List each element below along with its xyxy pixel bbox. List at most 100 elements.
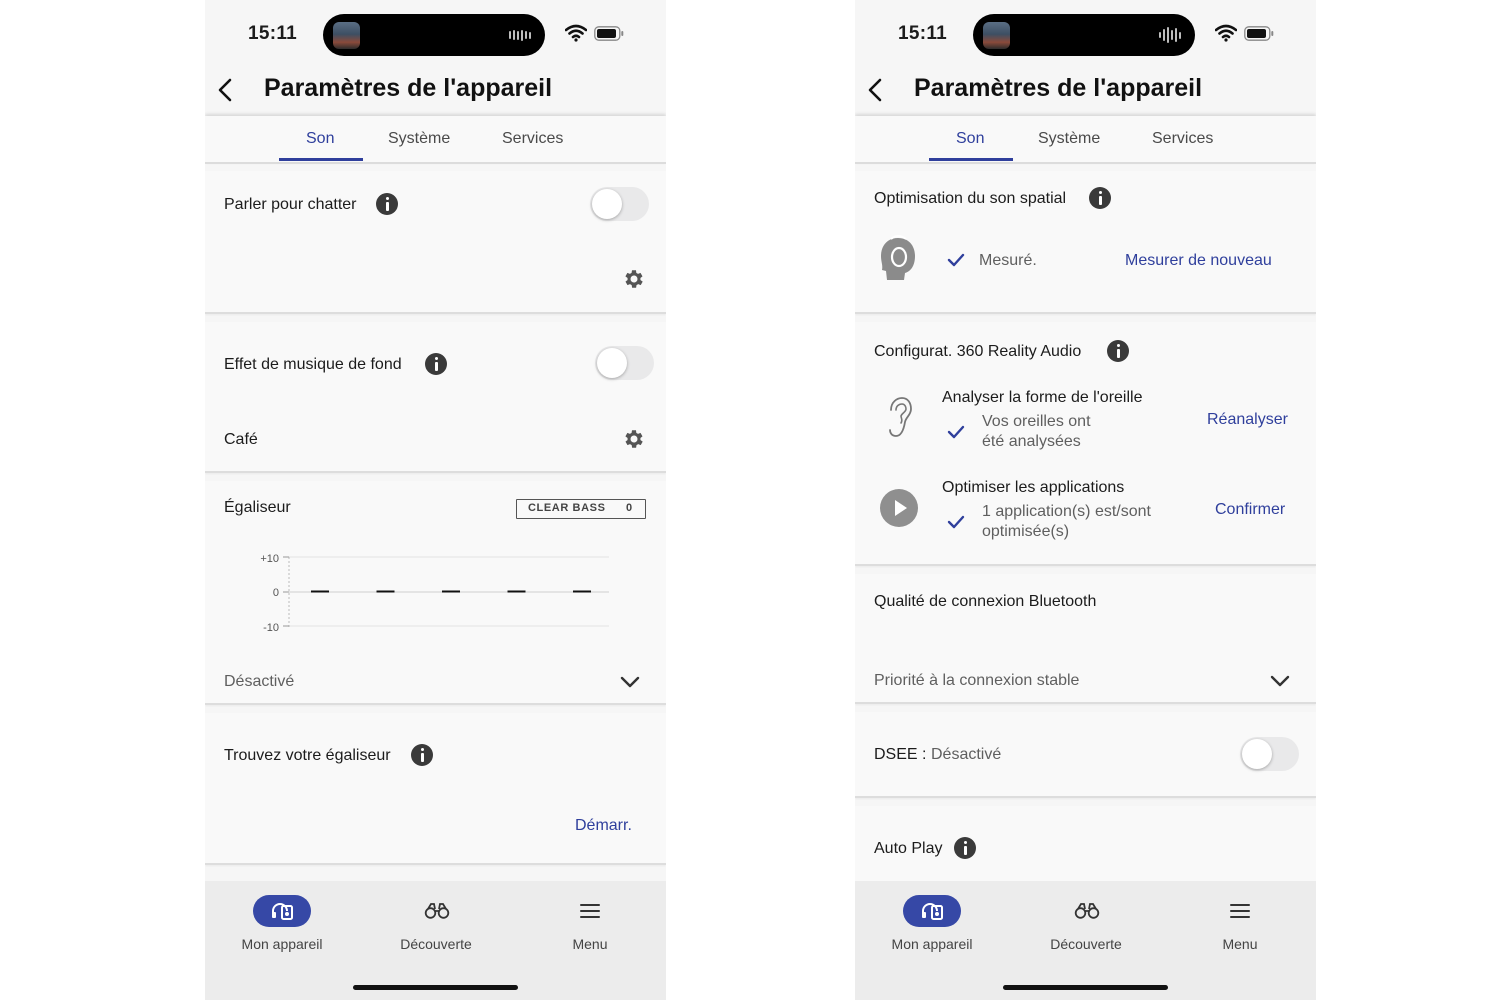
- info-icon[interactable]: [1107, 340, 1129, 362]
- background-music-toggle[interactable]: [595, 346, 654, 380]
- tab-services[interactable]: Services: [502, 130, 563, 148]
- dynamic-island: [973, 14, 1195, 56]
- bluetooth-quality-label: Qualité de connexion Bluetooth: [874, 593, 1097, 610]
- gear-icon[interactable]: [622, 427, 646, 451]
- nav-mon-appareil[interactable]: Mon appareil: [222, 895, 342, 952]
- checkmark-icon: [947, 425, 965, 439]
- nav-label: Menu: [572, 936, 608, 952]
- info-icon[interactable]: [954, 837, 976, 859]
- eq-tick-minus10: -10: [263, 622, 279, 634]
- find-equalizer-label: Trouvez votre égaliseur: [224, 747, 391, 764]
- tab-son[interactable]: Son: [956, 130, 984, 148]
- clear-bass-value: 0: [626, 502, 633, 514]
- nav-mon-appareil[interactable]: Mon appareil: [872, 895, 992, 952]
- page-header: Paramètres de l'appareil: [855, 70, 1316, 116]
- binoculars-icon: [1057, 895, 1115, 927]
- confirm-link[interactable]: Confirmer: [1215, 501, 1285, 519]
- background-music-card: Effet de musique de fond Café: [205, 322, 666, 473]
- info-icon[interactable]: [411, 744, 433, 766]
- tab-son[interactable]: Son: [306, 130, 334, 148]
- bluetooth-quality-value[interactable]: Priorité à la connexion stable: [874, 672, 1079, 690]
- clear-bass-label: CLEAR BASS: [528, 502, 606, 514]
- tab-bar: Son Système Services: [855, 116, 1316, 164]
- autoplay-card: Auto Play: [855, 806, 1316, 886]
- eq-tick-0: 0: [273, 587, 279, 599]
- nav-label: Mon appareil: [241, 936, 323, 952]
- chevron-down-icon[interactable]: [1270, 675, 1290, 687]
- status-time: 15:11: [898, 23, 948, 44]
- play-icon: [880, 489, 918, 527]
- speak-to-chat-card: Parler pour chatter: [205, 171, 666, 314]
- status-bar: 15:11: [205, 0, 666, 70]
- bluetooth-quality-card: Qualité de connexion Bluetooth Priorité …: [855, 574, 1316, 704]
- nav-label: Mon appareil: [891, 936, 973, 952]
- dsee-value: Désactivé: [931, 746, 1002, 763]
- dynamic-island: [323, 14, 545, 56]
- info-icon[interactable]: [376, 193, 398, 215]
- measure-again-link[interactable]: Mesurer de nouveau: [1125, 252, 1272, 270]
- checkmark-icon: [947, 253, 965, 267]
- equalizer-card: Égaliseur CLEAR BASS 0 +10 0 -10 Désacti…: [205, 481, 666, 705]
- phone-screen-right: 15:11 Paramètres de l'appareil Son Systè…: [855, 0, 1316, 1000]
- wifi-icon: [565, 24, 587, 42]
- bottom-navigation: Mon appareil Découverte Menu: [205, 881, 666, 1000]
- head-measure-icon: [881, 235, 915, 280]
- clear-bass-badge: CLEAR BASS 0: [516, 499, 646, 519]
- info-icon[interactable]: [1089, 187, 1111, 209]
- nav-menu[interactable]: Menu: [1180, 895, 1300, 952]
- back-arrow-icon[interactable]: [215, 76, 237, 104]
- tab-systeme[interactable]: Système: [1038, 130, 1100, 148]
- apps-status-line2: optimisée(s): [982, 523, 1070, 540]
- battery-icon: [594, 26, 624, 41]
- spatial-status: Mesuré.: [979, 252, 1037, 269]
- page-header: Paramètres de l'appareil: [205, 70, 666, 116]
- status-bar: 15:11: [855, 0, 1316, 70]
- wifi-icon: [1215, 24, 1237, 42]
- now-playing-artwork: [983, 22, 1010, 49]
- info-icon[interactable]: [425, 353, 447, 375]
- reality-audio-card: Configurat. 360 Reality Audio Analyser l…: [855, 322, 1316, 566]
- page-title: Paramètres de l'appareil: [264, 74, 553, 102]
- home-indicator[interactable]: [353, 985, 518, 990]
- start-link[interactable]: Démarr.: [575, 817, 632, 835]
- chevron-down-icon[interactable]: [620, 676, 640, 688]
- phone-screen-left: 15:11 Paramètres de l'appareil Son Systè…: [205, 0, 666, 1000]
- page-title: Paramètres de l'appareil: [914, 74, 1203, 102]
- dsee-toggle[interactable]: [1240, 737, 1299, 771]
- bottom-navigation: Mon appareil Découverte Menu: [855, 881, 1316, 1000]
- reality-audio-label: Configurat. 360 Reality Audio: [874, 343, 1082, 360]
- active-tab-indicator: [929, 158, 1013, 161]
- background-music-label: Effet de musique de fond: [224, 356, 402, 373]
- audio-waveform-icon: [509, 27, 535, 43]
- battery-icon: [1244, 26, 1274, 41]
- apps-optimize-title: Optimiser les applications: [942, 479, 1125, 496]
- status-time: 15:11: [248, 23, 298, 44]
- speak-to-chat-toggle[interactable]: [590, 187, 649, 221]
- ear-status-line1: Vos oreilles ont: [982, 413, 1091, 430]
- nav-decouverte[interactable]: Découverte: [376, 895, 496, 952]
- equalizer-graph[interactable]: +10 0 -10: [245, 547, 615, 637]
- tab-systeme[interactable]: Système: [388, 130, 450, 148]
- active-tab-indicator: [279, 158, 363, 161]
- headphones-device-icon: [903, 895, 961, 927]
- equalizer-preset[interactable]: Désactivé: [224, 673, 294, 691]
- nav-decouverte[interactable]: Découverte: [1026, 895, 1146, 952]
- background-music-mode: Café: [224, 431, 258, 448]
- nav-label: Menu: [1222, 936, 1258, 952]
- nav-label: Découverte: [400, 936, 472, 952]
- reanalyze-link[interactable]: Réanalyser: [1207, 411, 1288, 429]
- equalizer-label: Égaliseur: [224, 499, 291, 516]
- tab-services[interactable]: Services: [1152, 130, 1213, 148]
- now-playing-artwork: [333, 22, 360, 49]
- audio-waveform-icon: [1159, 27, 1185, 43]
- autoplay-label: Auto Play: [874, 840, 943, 857]
- gear-icon[interactable]: [622, 267, 646, 291]
- nav-label: Découverte: [1050, 936, 1122, 952]
- dsee-card: DSEE : Désactivé: [855, 712, 1316, 798]
- home-indicator[interactable]: [1003, 985, 1168, 990]
- spatial-sound-label: Optimisation du son spatial: [874, 190, 1067, 207]
- back-arrow-icon[interactable]: [865, 76, 887, 104]
- nav-menu[interactable]: Menu: [530, 895, 650, 952]
- eq-tick-plus10: +10: [260, 553, 279, 565]
- binoculars-icon: [407, 895, 465, 927]
